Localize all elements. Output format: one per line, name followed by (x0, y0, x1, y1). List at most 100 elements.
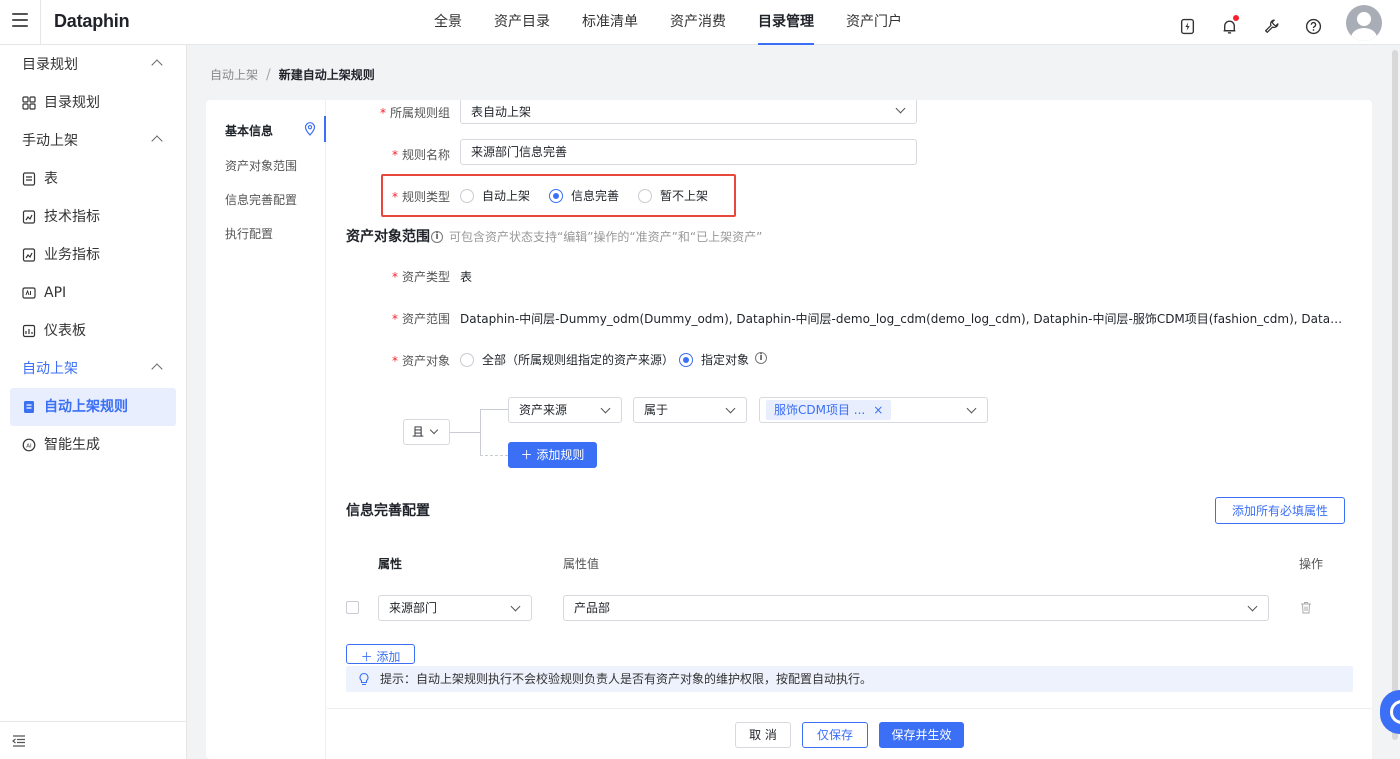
info-icon[interactable]: i (431, 230, 443, 243)
radio-dot (638, 188, 652, 203)
nav-overview[interactable]: 全景 (420, 0, 476, 45)
dashboard-icon (22, 324, 36, 338)
label-text: 资产类型 (401, 270, 450, 284)
rule-name-label: * 规则名称 (391, 148, 450, 162)
attr-value-select[interactable]: 产品部 (563, 595, 1269, 621)
sidebar-group-catalog-planning[interactable]: 目录规划 (0, 46, 187, 84)
sidebar-item-label: 目录规划 (44, 95, 100, 111)
radio-auto-listing[interactable]: 自动上架 (460, 187, 530, 204)
add-rule-button[interactable]: ＋ 添加规则 (508, 442, 597, 468)
sidebar: 目录规划 目录规划 手动上架 表 技术指标 业务指标 API 仪表板 自动上架 … (0, 45, 187, 759)
radio-label: 指定对象 (701, 353, 750, 367)
radio-no-listing[interactable]: 暂不上架 (638, 187, 708, 204)
radio-label: 自动上架 (482, 189, 531, 203)
condition-operator-value: 属于 (644, 403, 669, 417)
sidebar-item-business-metric[interactable]: 业务指标 (10, 236, 176, 274)
column-header-attr: 属性 (378, 557, 403, 571)
nav-catalog-management[interactable]: 目录管理 (744, 0, 828, 45)
sidebar-item-api[interactable]: API (10, 274, 176, 312)
wrench-icon[interactable] (1260, 15, 1282, 37)
chevron-down-icon (510, 601, 521, 612)
notification-dot (1233, 15, 1239, 21)
label-text: 资产范围 (401, 312, 450, 326)
sidebar-item-label: 仪表板 (44, 323, 86, 339)
attr-value: 来源部门 (389, 601, 438, 615)
close-icon[interactable]: × (873, 403, 883, 417)
chevron-down-icon (966, 403, 977, 414)
button-label: 添加规则 (536, 448, 585, 462)
sidebar-item-label: 表 (44, 171, 58, 187)
location-pin-icon (304, 122, 316, 136)
logic-select[interactable]: 且 (403, 419, 450, 445)
chevron-down-icon (1247, 601, 1258, 612)
plus-icon: ＋ (520, 448, 537, 462)
rule-group-label: * 所属规则组 (380, 106, 451, 120)
sidebar-group-manual-listing[interactable]: 手动上架 (0, 122, 187, 160)
divider (40, 0, 41, 45)
sidebar-item-catalog-planning[interactable]: 目录规划 (10, 84, 176, 122)
help-icon[interactable] (1302, 15, 1324, 37)
chevron-down-icon (429, 425, 439, 435)
save-only-button[interactable]: 仅保存 (802, 722, 868, 748)
add-attr-button[interactable]: ＋ 添加 (346, 644, 415, 664)
nav-asset-catalog[interactable]: 资产目录 (480, 0, 564, 45)
chevron-up-icon (151, 363, 163, 375)
rule-group-select[interactable]: 表自动上架 (460, 100, 917, 124)
condition-operator-select[interactable]: 属于 (633, 397, 747, 423)
anchor-info-config[interactable]: 信息完善配置 (225, 191, 297, 208)
collapse-sidebar-icon[interactable] (12, 734, 26, 748)
rule-name-input[interactable]: 来源部门信息完善 (460, 139, 917, 165)
rule-name-value: 来源部门信息完善 (471, 145, 568, 159)
sidebar-group-auto-listing[interactable]: 自动上架 (0, 350, 187, 388)
delete-icon[interactable] (1300, 601, 1312, 614)
avatar[interactable] (1346, 5, 1382, 41)
nav-asset-portal[interactable]: 资产门户 (832, 0, 916, 45)
info-icon[interactable]: i (755, 352, 767, 364)
assistant-float-button[interactable] (1380, 690, 1400, 734)
bell-icon[interactable] (1218, 15, 1240, 37)
metric-icon (22, 210, 36, 224)
attr-select[interactable]: 来源部门 (378, 595, 532, 621)
logo[interactable]: Dataphin (54, 11, 130, 32)
menu-icon[interactable] (12, 13, 28, 27)
sidebar-item-dashboard[interactable]: 仪表板 (10, 312, 176, 350)
radio-all-objects[interactable]: 全部（所属规则组指定的资产来源） (460, 351, 674, 368)
radio-specified-objects[interactable]: 指定对象 (679, 351, 749, 368)
tip-text: 提示：自动上架规则执行不会校验规则负责人是否有资产对象的维护权限，按配置自动执行… (380, 672, 873, 686)
condition-field-select[interactable]: 资产来源 (508, 397, 622, 423)
sidebar-item-label: 自动上架规则 (44, 399, 128, 415)
radio-label: 全部（所属规则组指定的资产来源） (482, 353, 675, 367)
breadcrumb-parent[interactable]: 自动上架 (210, 66, 258, 83)
ai-icon: AI (22, 438, 36, 452)
nav-standard-list[interactable]: 标准清单 (568, 0, 652, 45)
radio-label: 信息完善 (571, 189, 620, 203)
anchor-asset-scope[interactable]: 资产对象范围 (225, 157, 297, 174)
sidebar-group-label: 自动上架 (22, 361, 78, 377)
sidebar-item-smart-generate[interactable]: AI 智能生成 (10, 426, 176, 464)
sidebar-item-auto-listing-rules[interactable]: 自动上架规则 (10, 388, 176, 426)
sidebar-item-table[interactable]: 表 (10, 160, 176, 198)
nav-asset-consumption[interactable]: 资产消费 (656, 0, 740, 45)
table-icon (22, 172, 36, 186)
chevron-down-icon (725, 403, 736, 414)
metric-icon (22, 248, 36, 262)
row-checkbox[interactable] (346, 601, 359, 614)
sidebar-group-label: 目录规划 (22, 57, 78, 73)
tag-label: 服饰CDM项目 ... (774, 403, 866, 417)
add-required-attrs-button[interactable]: 添加所有必填属性 (1215, 497, 1345, 524)
energy-icon[interactable] (1176, 15, 1198, 37)
scrollbar[interactable] (1392, 50, 1398, 740)
cancel-button[interactable]: 取 消 (735, 722, 791, 748)
attr-value-text: 产品部 (574, 601, 611, 615)
anchor-exec-config[interactable]: 执行配置 (225, 225, 273, 242)
sidebar-item-tech-metric[interactable]: 技术指标 (10, 198, 176, 236)
radio-info-complete[interactable]: 信息完善 (549, 187, 619, 204)
connector-line (480, 409, 508, 455)
column-header-value: 属性值 (563, 557, 600, 571)
asset-range-label: * 资产范围 (391, 312, 450, 326)
connector-line (450, 432, 480, 433)
sidebar-item-label: API (44, 285, 67, 301)
anchor-basic-info[interactable]: 基本信息 (225, 122, 273, 139)
save-and-apply-button[interactable]: 保存并生效 (879, 722, 964, 748)
radio-label: 暂不上架 (660, 189, 709, 203)
